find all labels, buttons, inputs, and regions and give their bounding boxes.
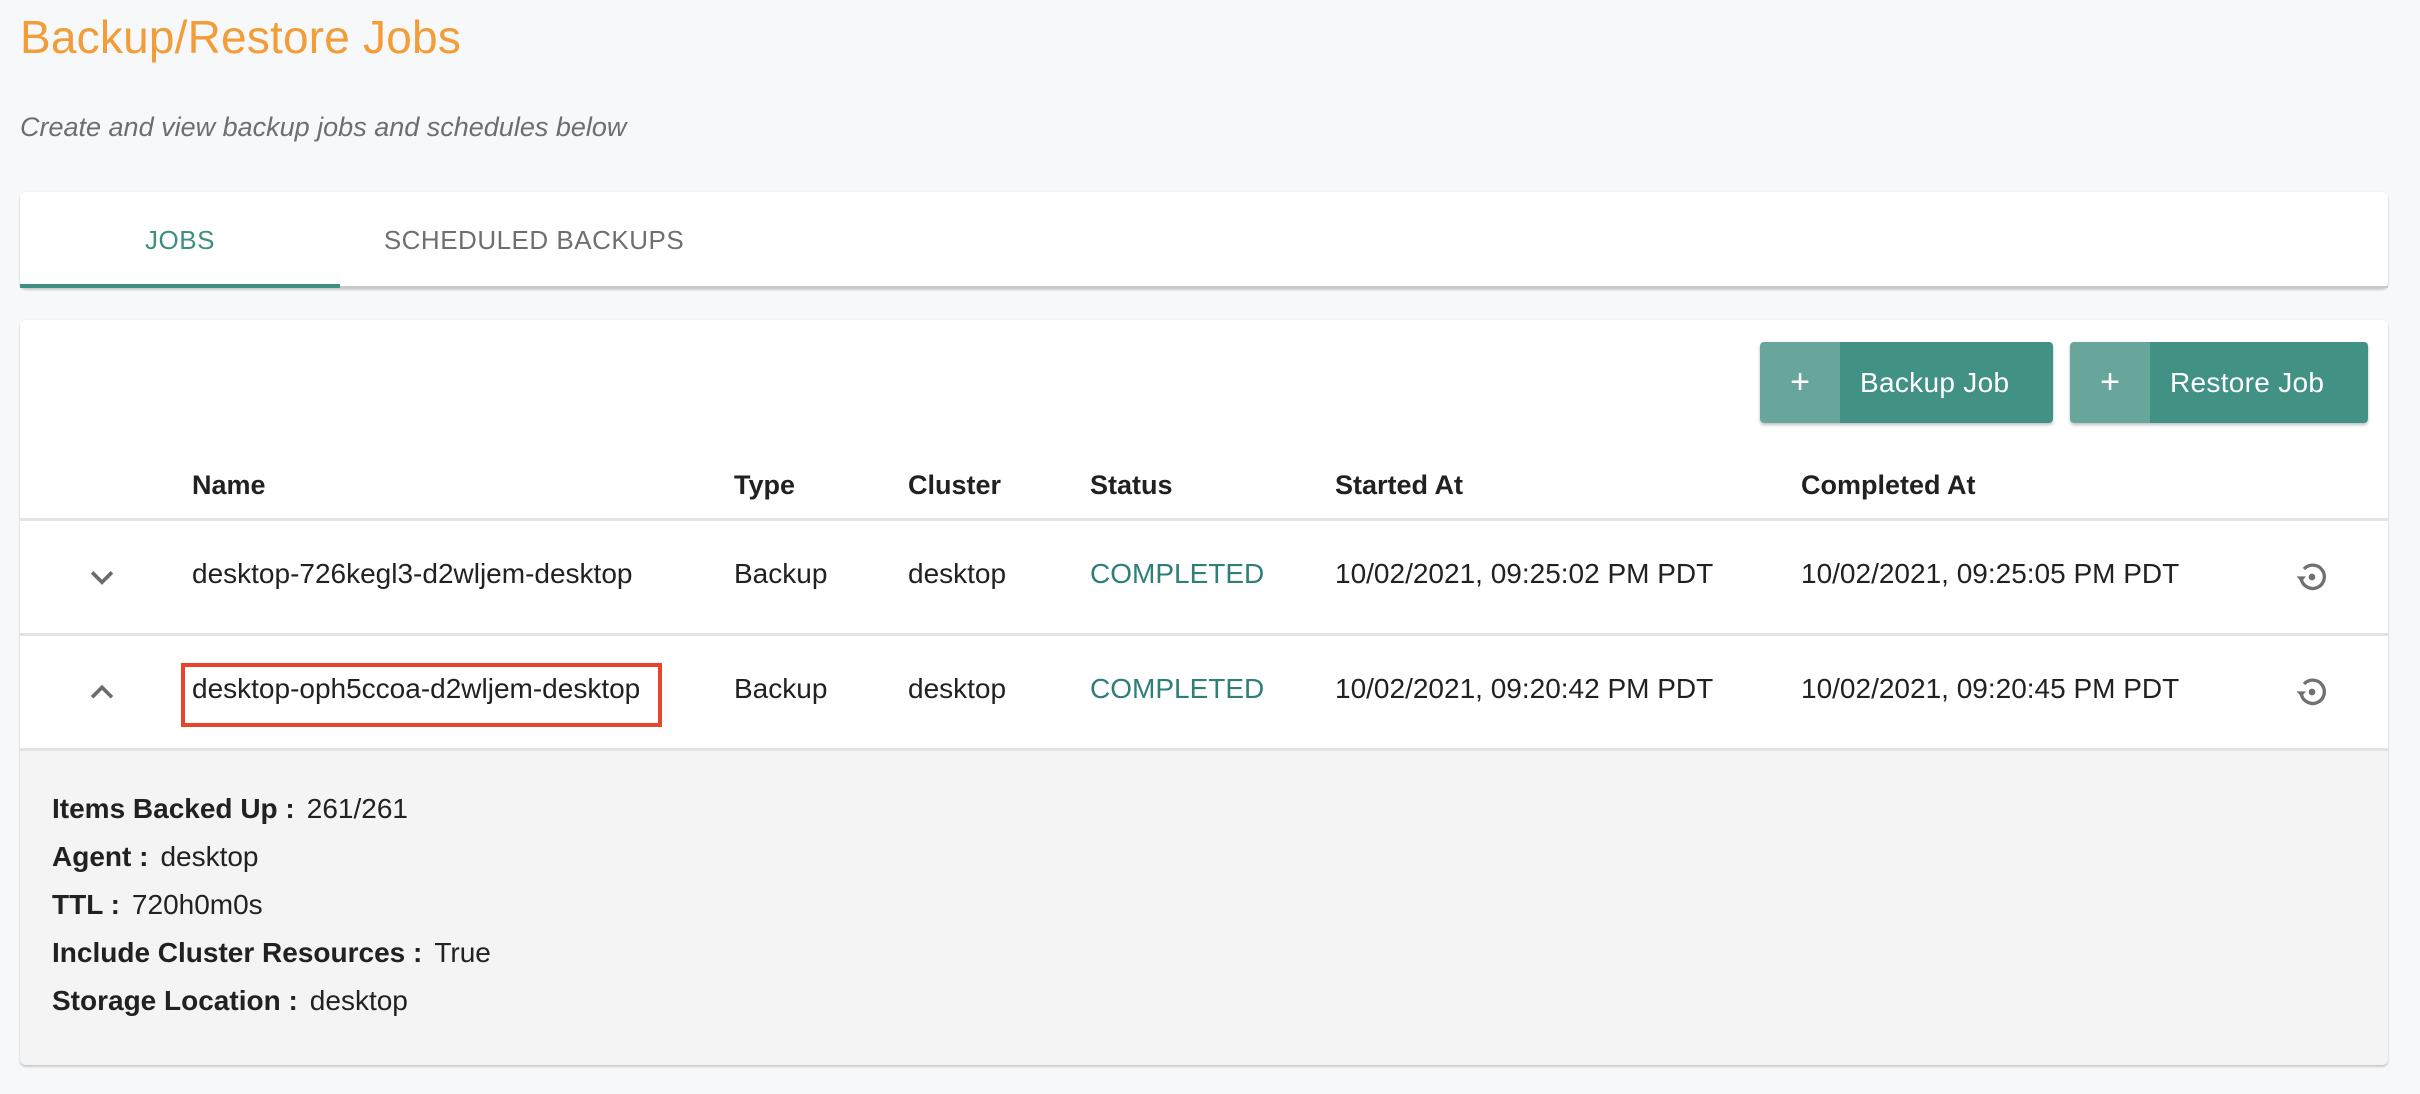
column-header-cluster[interactable]: Cluster: [908, 470, 1001, 501]
add-restore-job-label: Restore Job: [2150, 342, 2368, 423]
job-cluster: desktop: [908, 558, 1007, 589]
column-header-type[interactable]: Type: [734, 470, 795, 501]
plus-icon: +: [2070, 342, 2150, 423]
detail-include-cluster-resources: Include Cluster Resources : True: [52, 937, 491, 969]
page-title: Backup/Restore Jobs: [20, 11, 462, 63]
job-cluster: desktop: [908, 673, 1007, 704]
detail-label: Items Backed Up :: [52, 793, 295, 824]
detail-label: Agent :: [52, 841, 149, 872]
tab-jobs[interactable]: JOBS: [20, 192, 340, 288]
job-name: desktop-726kegl3-d2wljem-desktop: [192, 558, 633, 589]
column-header-started-at[interactable]: Started At: [1335, 470, 1463, 501]
detail-value: 720h0m0s: [131, 889, 263, 920]
page-subtitle: Create and view backup jobs and schedule…: [20, 112, 627, 142]
tabs-bar: JOBS SCHEDULED BACKUPS: [20, 192, 2388, 288]
detail-value: desktop: [309, 985, 408, 1016]
job-type: Backup: [734, 673, 828, 704]
restore-icon[interactable]: [2292, 557, 2332, 597]
chevron-down-icon[interactable]: [82, 561, 122, 595]
job-started-at: 10/02/2021, 09:20:42 PM PDT: [1335, 673, 1714, 704]
job-details-panel: Items Backed Up :261/261 Agent : desktop …: [20, 751, 2388, 1065]
column-header-completed-at[interactable]: Completed At: [1801, 470, 1976, 501]
active-tab-indicator: [20, 284, 340, 288]
detail-agent: Agent : desktop: [52, 841, 259, 873]
plus-icon: +: [1760, 342, 1840, 423]
status-badge: COMPLETED: [1090, 673, 1265, 704]
restore-icon[interactable]: [2292, 672, 2332, 712]
job-completed-at: 10/02/2021, 09:20:45 PM PDT: [1801, 673, 2180, 704]
detail-label: TTL :: [52, 889, 120, 920]
job-completed-at: 10/02/2021, 09:25:05 PM PDT: [1801, 558, 2180, 589]
detail-value: 261/261: [306, 793, 408, 824]
detail-storage-location: Storage Location : desktop: [52, 985, 408, 1017]
chevron-up-icon[interactable]: [82, 676, 122, 710]
tabs-divider: [20, 286, 2388, 288]
add-restore-job-button[interactable]: + Restore Job: [2070, 342, 2368, 423]
detail-items-backed-up: Items Backed Up : 261/261: [52, 793, 408, 825]
detail-value: desktop: [160, 841, 259, 872]
table-row[interactable]: desktop-oph5ccoa-d2wljem-desktop Backup …: [20, 636, 2388, 751]
jobs-panel: + Backup Job + Restore Job Name Type Clu…: [20, 320, 2388, 1065]
detail-value: True: [434, 937, 491, 968]
detail-ttl: TTL : 720h0m0s: [52, 889, 263, 921]
tab-scheduled-backups[interactable]: SCHEDULED BACKUPS: [340, 192, 728, 288]
add-backup-job-label: Backup Job: [1840, 342, 2053, 423]
table-row[interactable]: desktop-726kegl3-d2wljem-desktop Backup …: [20, 521, 2388, 636]
column-header-name[interactable]: Name: [192, 470, 266, 501]
job-name: desktop-oph5ccoa-d2wljem-desktop: [192, 673, 641, 704]
add-backup-job-button[interactable]: + Backup Job: [1760, 342, 2053, 423]
table-header: Name Type Cluster Status Started At Comp…: [20, 460, 2388, 521]
job-type: Backup: [734, 558, 828, 589]
column-header-status[interactable]: Status: [1090, 470, 1173, 501]
status-badge: COMPLETED: [1090, 558, 1265, 589]
job-started-at: 10/02/2021, 09:25:02 PM PDT: [1335, 558, 1714, 589]
detail-label: Include Cluster Resources :: [52, 937, 423, 968]
detail-label: Storage Location :: [52, 985, 298, 1016]
